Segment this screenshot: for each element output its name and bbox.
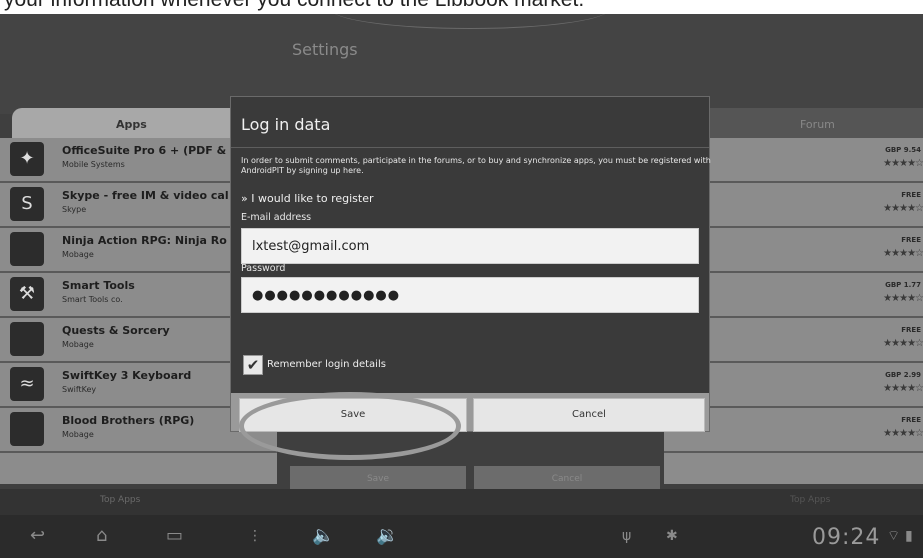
save-button[interactable]: Save [239, 398, 467, 432]
battery-icon: ▮ [905, 528, 913, 544]
tablet-screen: Settings Apps Forum ✦ OfficeSuite Pro 6 … [0, 14, 923, 558]
rating-stars-icon: ★★★★☆ [883, 338, 923, 349]
app-price: FREE [901, 236, 921, 244]
rating-stars-icon: ★★★★☆ [883, 203, 923, 214]
app-developer: Mobage [62, 340, 94, 349]
app-name: Skype - free IM & video cal [62, 189, 229, 202]
ninja-icon [10, 232, 44, 266]
menu-icon[interactable]: ⋮ [248, 527, 262, 545]
app-price: FREE [901, 416, 921, 424]
rating-stars-icon: ★★★★☆ [883, 428, 923, 439]
app-name: OfficeSuite Pro 6 + (PDF & [62, 144, 227, 157]
skype-icon: S [10, 187, 44, 221]
footer-row: Top Apps Top Apps [0, 489, 923, 515]
page-caption: your information whenever you connect to… [0, 0, 923, 14]
rating-stars-icon: ★★★★☆ [883, 383, 923, 394]
tab-apps-label: Apps [116, 118, 147, 131]
app-price: FREE [901, 191, 921, 199]
quest-icon [10, 322, 44, 356]
swiftkey-icon: ≈ [10, 367, 44, 401]
page-caption-text: your information whenever you connect to… [4, 0, 584, 11]
cancel-button[interactable]: Cancel [473, 398, 705, 432]
officesuite-icon: ✦ [10, 142, 44, 176]
blood-brothers-icon [10, 412, 44, 446]
settings-title: Settings [292, 40, 358, 59]
app-developer: Mobage [62, 250, 94, 259]
register-link[interactable]: » I would like to register [241, 192, 374, 205]
rating-stars-icon: ★★★★☆ [883, 293, 923, 304]
system-navigation-bar: ↩ ⌂ ▭ ⋮ 🔈 🔉 ψ ✱ 09:24 ⌔ ▮ [0, 515, 923, 558]
volume-up-icon[interactable]: 🔉 [376, 527, 398, 545]
back-icon[interactable]: ↩ [30, 527, 45, 545]
status-clock: 09:24 [812, 525, 881, 550]
remember-login-label: Remember login details [267, 359, 386, 370]
app-developer: Mobile Systems [62, 160, 125, 169]
app-name: Ninja Action RPG: Ninja Ro [62, 234, 227, 247]
app-developer: Smart Tools co. [62, 295, 123, 304]
login-dialog: Log in data In order to submit comments,… [230, 96, 711, 432]
dialog-button-bar: Save Cancel [231, 393, 709, 432]
rating-stars-icon: ★★★★☆ [883, 248, 923, 259]
footer-top-apps-left[interactable]: Top Apps [100, 495, 140, 505]
app-developer: SwiftKey [62, 385, 97, 394]
app-price: GBP 1.77 [885, 281, 921, 289]
password-field[interactable] [241, 277, 699, 313]
dialog-description: In order to submit comments, participate… [241, 156, 711, 175]
email-field[interactable] [241, 228, 699, 264]
footer-top-apps-right[interactable]: Top Apps [790, 495, 830, 505]
app-name: SwiftKey 3 Keyboard [62, 369, 192, 382]
app-price: GBP 9.54 [885, 146, 921, 154]
app-price: GBP 2.99 [885, 371, 921, 379]
rating-stars-icon: ★★★★☆ [883, 158, 923, 169]
app-name: Quests & Sorcery [62, 324, 170, 337]
tab-forum-label: Forum [800, 118, 835, 131]
app-name: Smart Tools [62, 279, 135, 292]
dialog-title: Log in data [241, 115, 331, 134]
volume-down-icon[interactable]: 🔈 [312, 527, 334, 545]
password-label: Password [241, 263, 286, 274]
wifi-icon: ⌔ [887, 528, 901, 544]
app-name: Blood Brothers (RPG) [62, 414, 195, 427]
recent-apps-icon[interactable]: ▭ [166, 527, 183, 545]
checkmark-icon: ✔ [246, 356, 260, 374]
usb-icon: ψ [622, 528, 632, 544]
dialog-divider [231, 147, 709, 148]
email-label: E-mail address [241, 212, 312, 223]
remember-login-checkbox[interactable]: ✔ [243, 355, 263, 375]
app-price: FREE [901, 326, 921, 334]
tools-icon: ⚒ [10, 277, 44, 311]
app-developer: Skype [62, 205, 87, 214]
android-debug-icon: ✱ [666, 528, 678, 544]
home-icon[interactable]: ⌂ [96, 527, 107, 545]
app-developer: Mobage [62, 430, 94, 439]
